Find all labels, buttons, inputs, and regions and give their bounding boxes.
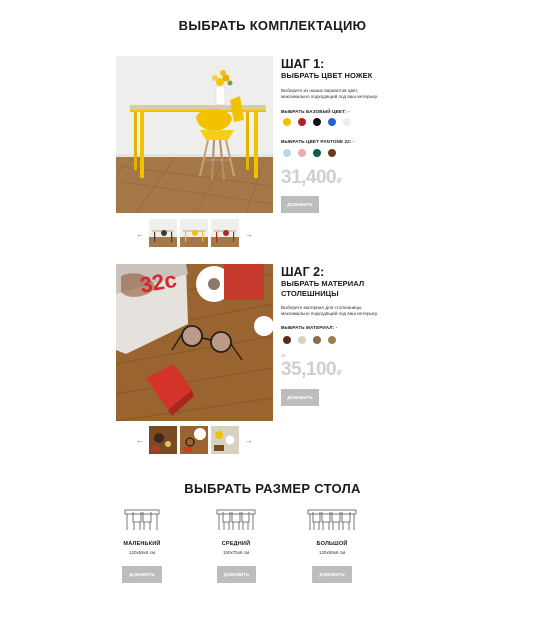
size-medium-name: СРЕДНИЙ (221, 541, 251, 547)
swatch-dark-wood[interactable] (283, 336, 291, 344)
swatch-yellow[interactable] (283, 118, 291, 126)
step1-thumb-3[interactable] (211, 219, 239, 247)
swatch-dark-green[interactable] (313, 149, 321, 157)
swatch-light-wood[interactable] (298, 336, 306, 344)
step1-description: Выберите из наших вариантов цвет, максим… (281, 88, 391, 100)
step2-thumb-1[interactable] (149, 426, 177, 454)
size-section-title: ВЫБРАТЬ РАЗМЕР СТОЛА (184, 481, 361, 496)
swatch-blue[interactable] (328, 118, 336, 126)
swatch-red[interactable] (298, 118, 306, 126)
step2-description-line2: максимально подходящий под ваш интерьер. (281, 311, 379, 317)
size-small-icon (122, 508, 162, 532)
step1-price-currency: ₽ (337, 178, 342, 185)
swatch-black[interactable] (313, 118, 321, 126)
step1-thumb-2[interactable] (180, 219, 208, 247)
step2-prev-arrow[interactable]: ← (136, 437, 144, 445)
size-medium-icon (215, 508, 257, 532)
size-large-add-button[interactable]: ДОБАВИТЬ (312, 566, 352, 583)
step1-prev-arrow[interactable]: ← (136, 231, 144, 239)
step2-price-currency: ₽ (337, 370, 342, 377)
swatch-brown[interactable] (328, 149, 336, 157)
step2-price-value: 35,100 (281, 359, 337, 380)
page-title: ВЫБРАТЬ КОМПЛЕКТАЦИЮ (178, 18, 367, 33)
step1-product-photo (116, 56, 273, 213)
swatch-oak[interactable] (328, 336, 336, 344)
step1-base-color-swatches (281, 118, 361, 128)
step1-description-line2: максимально подходящий под ваш интерьер. (281, 94, 379, 100)
step1-subtitle: ВЫБРАТЬ ЦВЕТ НОЖЕК (281, 71, 373, 80)
step1-thumb-1[interactable] (149, 219, 177, 247)
swatch-light-blue[interactable] (283, 149, 291, 157)
step1-pantone-label: ВЫБРАТЬ ЦВЕТ PANTONE 22: - (281, 139, 355, 144)
step1-pantone-swatches (281, 149, 361, 159)
step1-title: ШАГ 1: (281, 57, 325, 71)
step1-price: 31,400₽ (281, 167, 342, 189)
step2-price: 35,100₽ (281, 359, 342, 381)
size-large-icon (306, 508, 358, 532)
swatch-medium-wood[interactable] (313, 336, 321, 344)
step2-subtitle: ВЫБРАТЬ МАТЕРИАЛ СТОЛЕШНИЦЫ (281, 279, 364, 299)
step1-base-color-label: ВЫБРАТЬ БАЗОВЫЙ ЦВЕТ: - (281, 109, 350, 114)
step2-material-label: ВЫБРАТЬ МАТЕРИАЛ: - (281, 325, 338, 330)
step2-thumb-3[interactable] (211, 426, 239, 454)
size-medium-add-button[interactable]: ДОБАВИТЬ (217, 566, 256, 583)
step2-title: ШАГ 2: (281, 265, 325, 279)
step2-material-swatches (281, 336, 351, 346)
step1-add-button[interactable]: ДОБАВИТЬ (281, 196, 319, 213)
size-medium-dims: 150х75х6 см (222, 550, 250, 555)
step2-subtitle-line2: СТОЛЕШНИЦЫ (281, 289, 339, 298)
step2-description: Выберите материал для столешницы, максим… (281, 305, 391, 317)
size-large-dims: 120х59х6 см (318, 550, 346, 555)
step2-thumb-2[interactable] (180, 426, 208, 454)
size-small-name: МАЛЕНЬКИЙ (123, 541, 161, 547)
size-small-add-button[interactable]: ДОБАВИТЬ (122, 566, 162, 583)
size-large-name: БОЛЬШОЙ (316, 541, 348, 547)
step1-price-value: 31,400 (281, 167, 337, 188)
step2-price-prefix: от (281, 353, 286, 358)
step2-product-photo: 32c (116, 264, 273, 421)
step2-add-button[interactable]: ДОБАВИТЬ (281, 389, 319, 406)
step2-subtitle-line1: ВЫБРАТЬ МАТЕРИАЛ (281, 279, 365, 288)
swatch-white[interactable] (343, 118, 351, 126)
swatch-pink[interactable] (298, 149, 306, 157)
step1-next-arrow[interactable]: → (245, 231, 253, 239)
step2-next-arrow[interactable]: → (245, 437, 253, 445)
size-small-dims: 120х59х6 см (128, 550, 156, 555)
